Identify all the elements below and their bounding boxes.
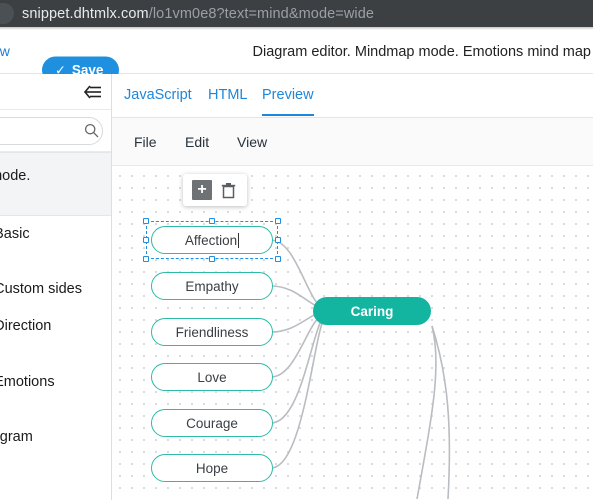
browser-url-bar[interactable]: snippet.dhtmlx.com/lo1vm0e8?text=mind&mo… — [0, 0, 593, 27]
collapse-left-icon[interactable] — [81, 83, 103, 101]
sidebar-item-label: e. Direction — [0, 318, 52, 335]
sidebar-item-emotions[interactable]: e. Emotions — [0, 364, 111, 419]
tab-javascript[interactable]: JavaScript — [124, 87, 192, 114]
mindmap-node-empathy[interactable]: Empathy — [151, 272, 273, 300]
sidebar-header — [0, 74, 111, 110]
sidebar: p mode. e. Basic e. Custom sides e. Dire… — [0, 74, 112, 500]
app-toolbar: ew ✓ Save Diagram editor. Mindmap mode. … — [0, 30, 593, 84]
resize-handle-se[interactable] — [275, 256, 281, 262]
resize-handle-w[interactable] — [143, 237, 149, 243]
search-input[interactable] — [0, 117, 103, 145]
sidebar-item-basic[interactable]: e. Basic — [0, 216, 111, 271]
page-title: Diagram editor. Mindmap mode. Emotions m… — [252, 44, 591, 60]
sidebar-item-label: Diagram — [0, 428, 33, 445]
sidebar-item-label: p mode. — [0, 168, 31, 184]
mindmap-node-label: Love — [197, 369, 227, 385]
app-root: snippet.dhtmlx.com/lo1vm0e8?text=mind&mo… — [0, 0, 593, 500]
sidebar-item-label: e. Custom sides — [0, 281, 82, 298]
trash-icon[interactable] — [218, 180, 238, 200]
resize-handle-sw[interactable] — [143, 256, 149, 262]
sidebar-item-direction[interactable]: e. Direction — [0, 308, 111, 363]
sidebar-search-area — [0, 110, 111, 152]
mindmap-node-hope[interactable]: Hope — [151, 454, 273, 482]
menu-edit[interactable]: Edit — [185, 134, 209, 150]
resize-handle-nw[interactable] — [143, 218, 149, 224]
tab-html[interactable]: HTML — [208, 87, 247, 114]
sidebar-item-label: e. Basic — [0, 226, 30, 243]
url-bar-left-pill — [0, 3, 14, 24]
mindmap-node-courage[interactable]: Courage — [151, 409, 273, 437]
mindmap-node-affection[interactable]: Affection — [151, 226, 273, 254]
tab-preview[interactable]: Preview — [262, 87, 314, 116]
mindmap-node-label: Hope — [195, 460, 229, 476]
resize-handle-ne[interactable] — [275, 218, 281, 224]
plus-icon[interactable]: + — [192, 180, 212, 200]
mindmap-root-node[interactable]: Caring — [313, 297, 431, 325]
mindmap-node-label: Empathy — [185, 278, 239, 294]
url-host: snippet.dhtmlx.com — [22, 5, 149, 22]
mindmap-canvas[interactable]: Caring Affection Empathy Friendliness Lo… — [112, 166, 593, 499]
mindmap-root-label: Caring — [350, 303, 394, 319]
text-cursor — [238, 232, 240, 248]
menu-file[interactable]: File — [134, 134, 157, 150]
mindmap-node-label: Affection — [184, 232, 238, 248]
diagram-menubar: File Edit View — [112, 118, 593, 166]
resize-handle-n[interactable] — [209, 218, 215, 224]
mindmap-node-label: Courage — [186, 415, 238, 431]
sidebar-list: p mode. e. Basic e. Custom sides e. Dire… — [0, 152, 111, 455]
sidebar-item-custom-sides[interactable]: e. Custom sides — [0, 271, 111, 308]
sidebar-item-label: e. Emotions — [0, 373, 55, 390]
new-button[interactable]: ew — [0, 43, 10, 59]
mindmap-node-friendliness[interactable]: Friendliness — [151, 318, 273, 346]
menu-view[interactable]: View — [237, 134, 267, 150]
sidebar-item-mindmap-mode[interactable]: p mode. — [0, 152, 111, 217]
url-text: snippet.dhtmlx.com/lo1vm0e8?text=mind&mo… — [22, 6, 374, 22]
mindmap-node-love[interactable]: Love — [151, 363, 273, 391]
resize-handle-e[interactable] — [275, 237, 281, 243]
editor-tabbar: JavaScript HTML Preview — [112, 74, 593, 118]
node-context-toolbar: + — [183, 174, 247, 206]
sidebar-item-diagram[interactable]: Diagram — [0, 419, 111, 455]
mindmap-node-label: Friendliness — [175, 324, 249, 340]
url-path: /lo1vm0e8?text=mind&mode=wide — [148, 5, 375, 22]
editor-panel: JavaScript HTML Preview File Edit View C… — [112, 74, 593, 500]
resize-handle-s[interactable] — [209, 256, 215, 262]
